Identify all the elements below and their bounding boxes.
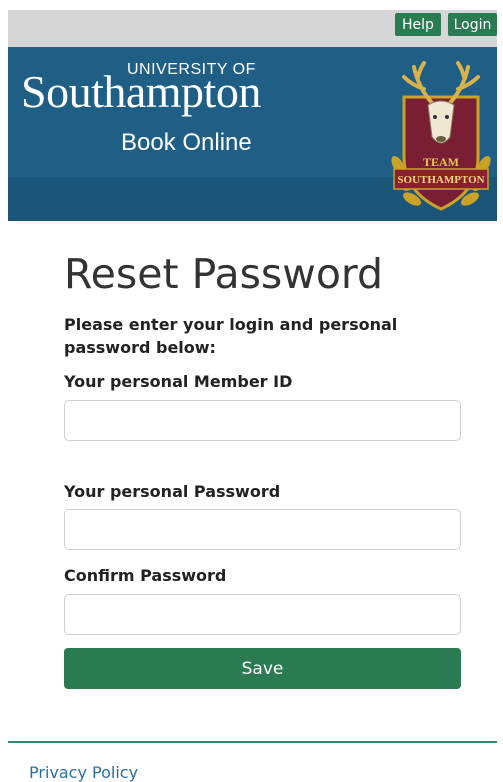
brand-subtitle: Book Online [121,129,252,156]
intro-text: Please enter your login and personal pas… [64,315,398,357]
form-header: Reset Password [64,250,461,298]
top-bar: Help Login [8,10,497,47]
member-id-label: Your personal Member ID [64,372,293,391]
help-button[interactable]: Help [395,13,441,36]
header-banner: Southampton UNIVERSITY OF Book Online TE… [8,47,497,221]
crest-team-text: TEAM [423,155,459,169]
member-id-input[interactable] [64,400,461,441]
footer-divider [8,741,497,743]
password-label: Your personal Password [64,482,281,501]
confirm-password-label: Confirm Password [64,566,227,585]
team-crest-logo: TEAM SOUTHAMPTON [391,61,491,211]
login-button[interactable]: Login [448,13,497,36]
save-button[interactable]: Save [64,648,461,689]
confirm-password-input[interactable] [64,594,461,635]
page-title: Reset Password [64,250,384,298]
crest-name-text: SOUTHAMPTON [397,174,484,186]
brand-university: UNIVERSITY OF [127,61,256,78]
password-input[interactable] [64,509,461,550]
privacy-policy-link[interactable]: Privacy Policy [29,763,138,782]
